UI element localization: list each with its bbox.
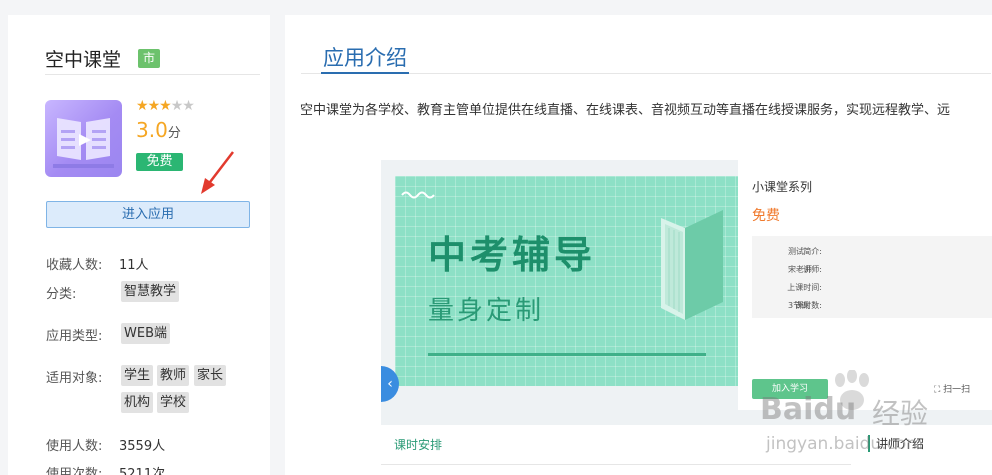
audience-tag[interactable]: 学校 [157, 392, 190, 413]
score-unit: 分 [167, 126, 181, 141]
app-type-label: 应用类型: [46, 329, 103, 344]
audience-label: 适用对象: [46, 371, 103, 386]
rating-score: 3.0分 [136, 118, 181, 142]
category-label: 分类: [46, 287, 77, 302]
baidu-jingyan-watermark: Baidu 经验 jingyan.baidu.com [760, 370, 992, 470]
detail-row: 讲师: 宋老师 [752, 264, 992, 276]
banner-subtitle: 量身定制 [428, 296, 545, 326]
category-tag[interactable]: 智慧教学 [121, 281, 180, 302]
uses-value: 5211次 [119, 467, 166, 475]
audience-tag[interactable]: 家长 [194, 365, 227, 386]
star-icon: ★ [147, 98, 161, 114]
detail-row: 课时数: 3节课 [752, 300, 992, 312]
star-icon: ★ [182, 98, 195, 114]
detail-value: 3节课 [788, 301, 810, 310]
audience-tag[interactable]: 教师 [157, 365, 190, 386]
detail-row: 上课时间: [752, 282, 992, 294]
watermark-brand-cn: 经验 [872, 397, 929, 430]
detail-value: 测试 [788, 247, 804, 256]
score-value: 3.0 [136, 118, 168, 142]
banner-divider [428, 353, 706, 356]
banner-title: 中考辅导 [428, 233, 597, 277]
favorites-value: 11人 [119, 258, 149, 273]
price-badge: 免费 [136, 153, 183, 171]
open-book-icon [53, 118, 114, 168]
detail-key: 上课时间: [787, 283, 822, 292]
uses-label: 使用次数: [46, 467, 103, 475]
tab-schedule[interactable]: 课时安排 [394, 436, 442, 453]
enter-app-button[interactable]: 进入应用 [46, 201, 250, 228]
users-value: 3559人 [119, 439, 166, 454]
app-type-tag[interactable]: WEB端 [121, 323, 170, 344]
course-banner: 中考辅导 量身定制 [395, 176, 738, 386]
watermark-url: jingyan.baidu.com [766, 434, 923, 454]
annotation-arrow-icon [201, 151, 234, 194]
app-title-row: 空中课堂 市 [45, 45, 260, 75]
audience-tag[interactable]: 机构 [121, 392, 154, 413]
rating-stars: ★★★★★ [136, 98, 195, 114]
star-icon: ★ [136, 98, 149, 114]
watermark-brand: Baidu [760, 392, 857, 427]
app-description: 空中课堂为各学校、教育主管单位提供在线直播、在线课表、音视频互动等直播在线授课服… [300, 103, 951, 118]
course-series: 小课堂系列 [752, 180, 813, 194]
favorites-label: 收藏人数: [46, 258, 103, 273]
app-title: 空中课堂 [45, 49, 122, 71]
detail-key: 简介: [803, 247, 822, 256]
star-icon: ★ [159, 98, 172, 114]
detail-value: 宋老师 [788, 265, 812, 274]
section-title: 应用介绍 [321, 42, 409, 74]
book-icon [661, 210, 723, 320]
star-icon: ★ [170, 98, 184, 114]
city-badge: 市 [138, 49, 161, 68]
course-price: 免费 [752, 208, 780, 224]
audience-tag[interactable]: 学生 [121, 365, 154, 386]
users-label: 使用人数: [46, 439, 103, 454]
section-title-row: 应用介绍 [301, 42, 991, 74]
course-details: 简介: 测试 讲师: 宋老师 上课时间: 课时数: 3节课 [752, 236, 992, 318]
app-icon [45, 100, 122, 177]
squiggle-icon [401, 191, 435, 199]
detail-row: 简介: 测试 [752, 246, 992, 258]
